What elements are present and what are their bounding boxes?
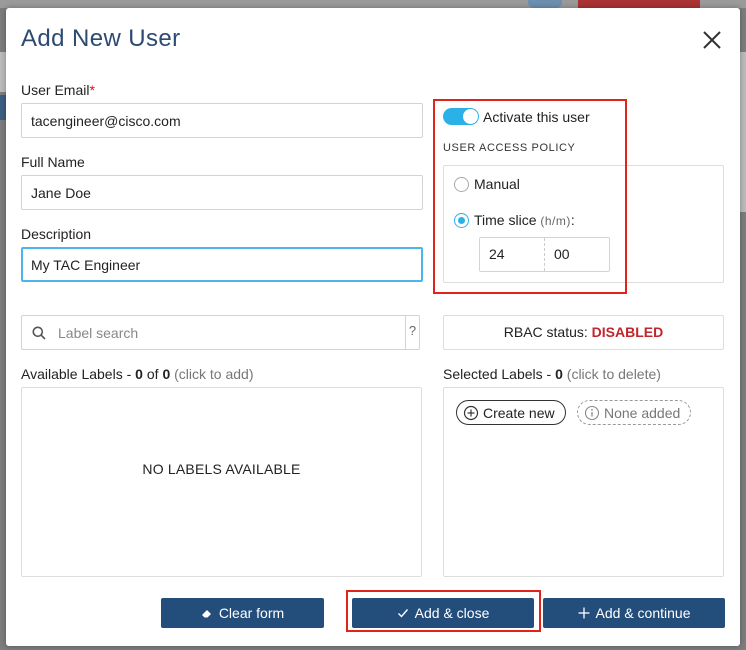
selected-labels-header: Selected Labels - 0 (click to delete) [443,366,661,382]
plus-circle-icon [463,405,479,420]
none-added-badge: None added [577,400,692,425]
close-icon [703,31,721,49]
available-labels-total: 0 [162,366,171,382]
create-label-button[interactable]: Create new [456,400,566,425]
create-label-text: Create new [483,404,555,421]
full-name-field[interactable] [21,175,423,210]
none-added-text: None added [604,404,681,421]
radio-time-slice[interactable] [454,213,469,228]
email-label: User Email* [21,82,95,98]
add-continue-button[interactable]: Add & continue [543,598,725,628]
label-search: ? [21,315,420,350]
time-slice-text: Time slice [474,212,537,228]
clear-form-label: Clear form [218,605,285,621]
rbac-status-panel: RBAC status: DISABLED [443,315,724,350]
plus-icon [578,607,590,619]
no-labels-message: NO LABELS AVAILABLE [142,461,301,477]
rbac-label: RBAC status: [503,324,588,340]
time-slice-hint: (h/m) [540,214,571,228]
eraser-icon [201,610,211,618]
access-policy-heading: USER ACCESS POLICY [443,142,576,154]
background-alert-bar [578,0,700,8]
available-labels-of: of [146,366,159,382]
time-slice-input [479,237,610,272]
available-labels-header: Available Labels - 0 of 0 (click to add) [21,366,253,382]
available-labels-list: NO LABELS AVAILABLE [21,387,422,577]
search-icon [22,326,56,340]
add-close-label: Add & close [414,605,490,621]
selected-labels-count: 0 [555,366,563,382]
toggle-knob [463,109,478,124]
selected-labels-title: Selected Labels [443,366,543,382]
add-user-modal: Add New User User Email* Full Name Descr… [6,8,740,646]
required-marker: * [89,82,95,98]
email-label-text: User Email [21,82,90,98]
radio-time-slice-label: Time slice (h/m): [474,212,575,228]
available-labels-hint: (click to add) [174,366,254,382]
activate-user-toggle[interactable] [443,108,479,125]
info-icon [584,405,600,420]
description-field[interactable] [21,247,423,282]
background-panel-right [740,52,746,212]
radio-manual-label: Manual [474,176,520,192]
selected-labels-hint: (click to delete) [566,366,661,382]
selected-labels-sep: - [546,366,552,382]
clear-form-button[interactable]: Clear form [161,598,324,628]
activate-user-label: Activate this user [483,109,590,125]
search-help-button[interactable]: ? [405,316,419,349]
time-slice-colon: : [570,212,575,228]
background-badge [528,0,562,8]
selected-labels-list: Create new None added [443,387,724,577]
add-continue-label: Add & continue [595,605,691,621]
description-label: Description [21,226,92,242]
radio-manual[interactable] [454,177,469,192]
label-search-input[interactable] [56,316,405,349]
checkmark-icon [397,609,408,618]
email-field[interactable] [21,103,423,138]
full-name-label: Full Name [21,154,85,170]
close-button[interactable] [698,26,726,54]
time-slice-minutes[interactable] [545,238,610,271]
time-slice-hours[interactable] [480,238,545,271]
modal-title: Add New User [21,25,181,52]
rbac-status-badge: DISABLED [591,324,664,340]
available-labels-title: Available Labels [21,366,123,382]
available-labels-shown: 0 [135,366,143,382]
add-close-button[interactable]: Add & close [352,598,534,628]
available-labels-sep: - [126,366,132,382]
